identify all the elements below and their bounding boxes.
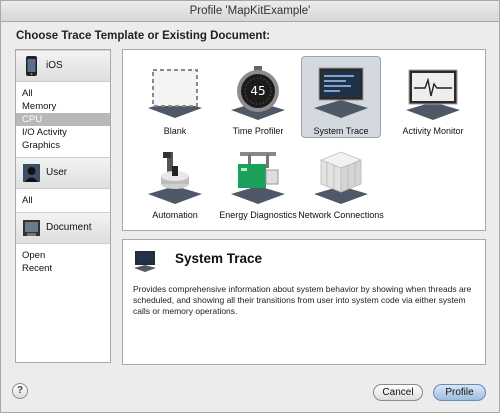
template-grid: Blank 45 Time Profiler System Trace Acti… [122, 49, 486, 231]
sidebar-item-recent[interactable]: Recent [16, 262, 110, 275]
profile-button[interactable]: Profile [433, 384, 486, 401]
template-blank[interactable]: Blank [135, 58, 215, 140]
sidebar-section-ios[interactable]: iOS [16, 50, 110, 82]
sidebar-item-memory[interactable]: Memory [16, 100, 110, 113]
template-label: Network Connections [298, 210, 384, 220]
template-network-connections[interactable]: Network Connections [298, 142, 384, 224]
sidebar-item-user-all[interactable]: All [16, 194, 110, 207]
stopwatch-icon: 45 [231, 66, 285, 120]
ios-device-icon [26, 56, 37, 76]
sidebar-item-all[interactable]: All [16, 87, 110, 100]
detail-description: Provides comprehensive information about… [133, 284, 472, 316]
profile-window: Profile 'MapKitExample' Choose Trace Tem… [0, 0, 500, 413]
sidebar-section-document[interactable]: Document [16, 212, 110, 244]
sidebar-section-label: Document [46, 222, 92, 233]
cancel-button[interactable]: Cancel [373, 384, 423, 401]
document-icon [23, 220, 40, 236]
sidebar-item-cpu[interactable]: CPU [16, 113, 110, 126]
template-label: Activity Monitor [402, 126, 464, 136]
stopwatch-reading: 45 [250, 84, 265, 98]
template-energy-diagnostics[interactable]: Energy Diagnostics [218, 142, 298, 224]
sidebar-item-io-activity[interactable]: I/O Activity [16, 126, 110, 139]
blank-template-icon [148, 69, 202, 118]
sidebar-section-label: iOS [46, 60, 63, 71]
template-automation[interactable]: Automation [135, 142, 215, 224]
user-silhouette-icon [23, 164, 40, 182]
energy-battery-icon [231, 152, 285, 204]
network-cube-icon [314, 151, 368, 204]
template-time-profiler[interactable]: 45 Time Profiler [218, 58, 298, 140]
window-title: Profile 'MapKitExample' [1, 1, 499, 22]
template-system-trace[interactable]: System Trace [301, 56, 381, 138]
template-label: System Trace [313, 126, 369, 136]
template-detail-panel: System Trace Provides comprehensive info… [122, 239, 486, 365]
detail-title: System Trace [175, 251, 263, 266]
template-activity-monitor[interactable]: Activity Monitor [393, 58, 473, 140]
automation-robot-icon [148, 152, 202, 204]
sidebar-section-user[interactable]: User [16, 157, 110, 189]
sidebar-item-open[interactable]: Open [16, 249, 110, 262]
sidebar-item-graphics[interactable]: Graphics [16, 139, 110, 152]
dialog-heading: Choose Trace Template or Existing Docume… [16, 30, 271, 42]
sidebar-section-label: User [46, 167, 68, 178]
help-button[interactable]: ? [12, 383, 28, 399]
system-trace-monitor-icon [314, 67, 368, 118]
activity-monitor-icon [406, 69, 460, 120]
system-trace-monitor-icon [134, 251, 156, 272]
template-category-sidebar: iOS All Memory CPU I/O Activity Graphics… [15, 49, 111, 363]
